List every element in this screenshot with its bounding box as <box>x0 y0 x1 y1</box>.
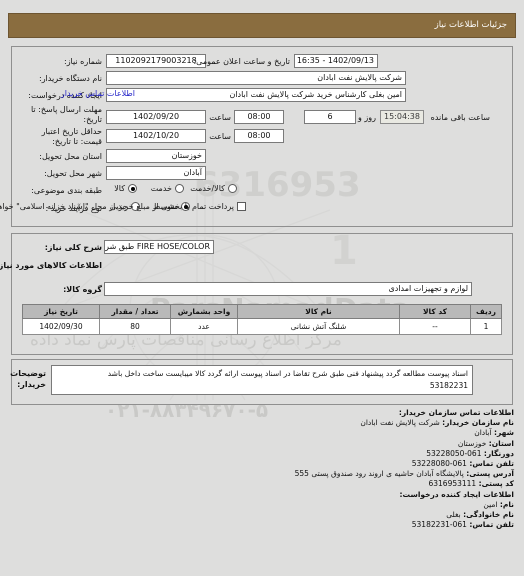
goods-group-value[interactable]: لوازم و تجهیزات امدادی <box>104 282 472 296</box>
announce-datetime-label: تاریخ و ساعت اعلان عمومی: <box>193 57 290 66</box>
buyer-notes-text: اسناد پیوست مطالعه گردد پیشنهاد فنی طبق … <box>107 369 468 378</box>
contact-province-value: خوزستان <box>457 438 487 448</box>
classification-option-kala-khedmat[interactable]: کالا/خدمت <box>190 184 237 193</box>
classification-option-khedmat[interactable]: خدمت <box>151 184 184 193</box>
contact-address-key: آدرس پستی: <box>466 469 514 479</box>
contact-org-name-key: نام سازمان خریدار: <box>442 418 514 428</box>
contact-creator-header: اطلاعات ایجاد کننده درخواست: <box>399 489 515 499</box>
contact-city-row: شهر: آبادان <box>174 428 514 438</box>
contact-phone-row: تلفن تماس: 53228080-061 <box>174 459 514 469</box>
contact-creator-last-key: نام خانوادگی: <box>463 510 514 520</box>
treasury-note-checkbox-group[interactable]: پرداخت تمام یا بخشی از مبلغ خرید،از محل … <box>0 202 246 211</box>
th-need-date: تاریخ نیاز <box>22 304 100 319</box>
contact-creator-phone-value: 53182231-061 <box>411 520 467 530</box>
th-goods-name: نام کالا <box>237 304 400 319</box>
contact-creator-phone-key: تلفن تماس: <box>469 520 514 530</box>
cell-goods-code: -- <box>399 318 471 335</box>
contact-org-header: اطلاعات تماس سازمان خریدار: <box>398 408 514 417</box>
contact-info-block: اطلاعات تماس سازمان خریدار: نام سازمان خ… <box>174 408 514 530</box>
contact-province-key: استان: <box>488 438 514 448</box>
contact-address-value: پالایشگاه آبادان حاشیه ی اروند رود صندوق… <box>294 469 464 479</box>
response-deadline-hour-label: ساعت <box>209 113 231 122</box>
price-validity-hour-label: ساعت <box>209 132 231 141</box>
th-quantity: تعداد / مقدار <box>99 304 171 319</box>
buyer-notes-box: اسناد پیوست مطالعه گردد پیشنهاد فنی طبق … <box>51 365 473 395</box>
price-validity-date[interactable]: 1402/10/20 <box>106 129 206 143</box>
radio-icon[interactable] <box>128 184 137 193</box>
checkbox-icon[interactable] <box>237 202 246 211</box>
countdown-time-label: ساعت باقی مانده <box>430 113 490 122</box>
contact-creator-phone-row: تلفن تماس: 53182231-061 <box>174 520 514 530</box>
contact-org-name-value: شرکت پالایش نفت ابادان <box>360 418 440 428</box>
contact-city-key: شهر: <box>494 428 514 438</box>
contact-creator-last-value: بغلی <box>446 510 461 520</box>
contact-city-value: آبادان <box>474 428 492 438</box>
goods-info-title: اطلاعات کالاهای مورد نیاز <box>0 261 102 270</box>
buyer-org-label: نام دستگاه خریدار: <box>39 74 102 83</box>
cell-quantity: 80 <box>99 318 171 335</box>
contact-fax-key: دورنگار: <box>483 448 514 458</box>
contact-creator-last-row: نام خانوادگی: بغلی <box>174 510 514 520</box>
delivery-city-value[interactable]: آبادان <box>106 166 206 180</box>
table-header-row: ردیف کد کالا نام کالا واحد بشمارش تعداد … <box>22 304 502 319</box>
contact-creator-first-row: نام: امین <box>174 500 514 510</box>
request-creator-value[interactable]: امین بغلی کارشناس خرید شرکت پالایش نفت ا… <box>106 88 406 102</box>
contact-phone-value: 53228080-061 <box>411 459 467 469</box>
goods-group-label: گروه کالا: <box>63 285 102 294</box>
countdown-time: 15:04:38 <box>380 110 424 124</box>
th-goods-code: کد کالا <box>399 304 471 319</box>
contact-postal-code-key: کد پستی: <box>478 479 514 489</box>
contact-phone-key: تلفن تماس: <box>469 459 514 469</box>
radio-icon[interactable] <box>175 184 184 193</box>
classification-option-khedmat-label: خدمت <box>150 184 172 193</box>
page-title: جزئیات اطلاعات نیاز <box>8 13 516 38</box>
response-deadline-label: مهلت ارسال پاسخ: تا تاریخ: <box>30 105 102 124</box>
contact-fax-value: 53228050-061 <box>426 448 482 458</box>
delivery-province-value[interactable]: خوزستان <box>106 149 206 163</box>
contact-creator-first-key: نام: <box>499 499 514 509</box>
contact-postal-code-row: کد پستی: 6316953111 <box>174 479 514 489</box>
contact-fax-row: دورنگار: 53228050-061 <box>174 449 514 459</box>
table-row: 1 -- شلنگ آتش نشانی عدد 80 1402/09/30 <box>22 318 502 335</box>
classification-label: طبقه بندی موضوعی: <box>31 186 102 195</box>
cell-unit: عدد <box>170 318 238 335</box>
buyer-notes-phone: 53182231 <box>429 381 468 390</box>
goods-table: ردیف کد کالا نام کالا واحد بشمارش تعداد … <box>22 304 502 335</box>
contact-address-row: آدرس پستی: پالایشگاه آبادان حاشیه ی ارون… <box>174 469 514 479</box>
classification-option-kala-khedmat-label: کالا/خدمت <box>190 184 225 193</box>
cell-need-date: 1402/09/30 <box>22 318 100 335</box>
cell-row-number: 1 <box>470 318 502 335</box>
price-validity-hour[interactable]: 08:00 <box>234 129 284 143</box>
summary-label: شرح کلی نیاز: <box>44 243 102 252</box>
buyer-org-value[interactable]: شرکت پالایش نفت ابادان <box>106 71 406 85</box>
need-number-value: 1102092179003218 <box>106 54 206 68</box>
classification-option-kala-label: کالا <box>114 184 125 193</box>
cell-goods-name: شلنگ آتش نشانی <box>237 318 400 335</box>
contact-org-name-row: نام سازمان خریدار: شرکت پالایش نفت ابادا… <box>174 418 514 428</box>
th-unit: واحد بشمارش <box>170 304 238 319</box>
contact-postal-code-value: 6316953111 <box>428 479 477 489</box>
delivery-city-label: شهر محل تحویل: <box>44 169 102 178</box>
radio-icon[interactable] <box>228 184 237 193</box>
countdown-days-label: روز و <box>358 113 376 122</box>
buyer-notes-label: توضیحات خریدار: <box>10 369 46 389</box>
price-validity-label: حداقل تاریخ اعتبار قیمت: تا تاریخ: <box>41 127 102 146</box>
treasury-note-text: پرداخت تمام یا بخشی از مبلغ خرید،از محل … <box>0 202 234 211</box>
contact-creator-first-value: امین <box>483 499 498 509</box>
classification-option-kala[interactable]: کالا <box>114 184 137 193</box>
response-deadline-hour[interactable]: 08:00 <box>234 110 284 124</box>
delivery-province-label: استان محل تحویل: <box>39 152 102 161</box>
announce-datetime-value: 1402/09/13 - 16:35 <box>294 54 378 68</box>
page-root: 6316953 1 ParsNamadData مرکز اطلاع رسانی… <box>0 0 524 576</box>
summary-value: FIRE HOSE/COLOR طبق شرح تقاضا <box>104 240 214 254</box>
countdown-days: 6 <box>304 110 356 124</box>
need-number-label: شماره نیاز: <box>64 57 102 66</box>
th-row-number: ردیف <box>470 304 502 319</box>
buyer-contact-link[interactable]: اطلاعات تماس خریدار <box>61 89 135 98</box>
contact-province-row: استان: خوزستان <box>174 439 514 449</box>
response-deadline-date[interactable]: 1402/09/20 <box>106 110 206 124</box>
